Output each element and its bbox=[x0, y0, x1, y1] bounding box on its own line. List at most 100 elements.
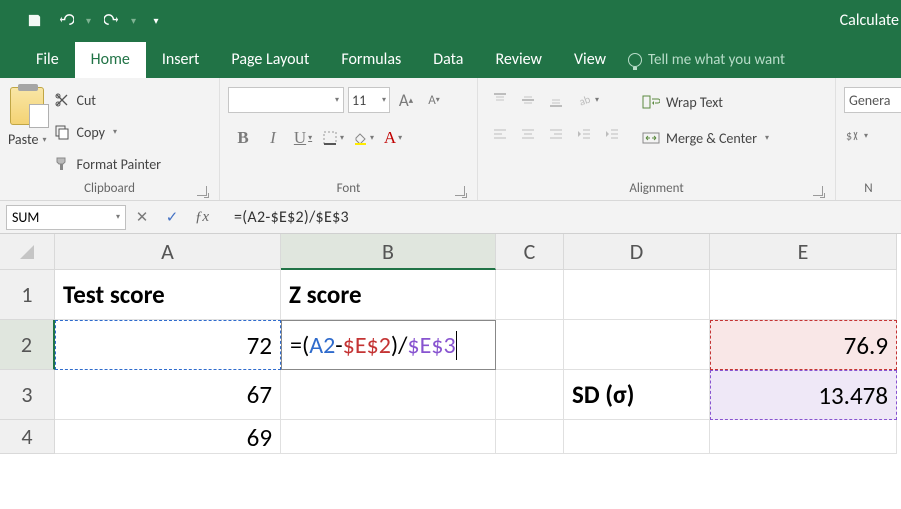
accounting-format-button[interactable]: $▾ bbox=[844, 123, 868, 149]
font-size-select[interactable]: 11▾ bbox=[348, 87, 390, 113]
decrease-indent-button[interactable] bbox=[570, 121, 598, 147]
orientation-button[interactable]: ab▾ bbox=[570, 87, 606, 113]
formula-paren: )/ bbox=[391, 331, 408, 360]
clipboard-icon bbox=[10, 87, 44, 125]
paste-label: Paste bbox=[8, 131, 38, 148]
name-box[interactable]: SUM ▾ bbox=[6, 205, 126, 230]
cell-C4[interactable] bbox=[496, 420, 564, 454]
cell-C1[interactable] bbox=[496, 270, 564, 320]
tab-file[interactable]: File bbox=[20, 42, 75, 78]
increase-indent-button[interactable] bbox=[598, 121, 626, 147]
col-D[interactable]: D bbox=[564, 234, 710, 270]
cell-D1[interactable] bbox=[564, 270, 710, 320]
cancel-formula-button[interactable]: ✕ bbox=[128, 205, 156, 230]
group-number: Genera $▾ N bbox=[836, 78, 901, 200]
cell-B3[interactable] bbox=[281, 370, 496, 420]
row-1[interactable]: 1 bbox=[0, 270, 55, 320]
font-launcher[interactable] bbox=[455, 186, 465, 196]
cell-C2[interactable] bbox=[496, 320, 564, 370]
align-center-button[interactable] bbox=[514, 121, 542, 147]
fill-color-button[interactable]: ▾ bbox=[348, 123, 378, 153]
redo-button[interactable] bbox=[97, 6, 125, 34]
cell-B4[interactable] bbox=[281, 420, 496, 454]
select-all-corner[interactable] bbox=[0, 234, 55, 270]
number-format-select[interactable]: Genera bbox=[844, 87, 901, 113]
cell-E2[interactable]: 76.9 bbox=[710, 320, 897, 370]
align-left-icon bbox=[492, 126, 508, 142]
tell-me-label: Tell me what you want bbox=[648, 51, 785, 69]
tell-me-search[interactable]: Tell me what you want bbox=[628, 43, 785, 78]
align-center-icon bbox=[520, 126, 536, 142]
merge-center-label: Merge & Center bbox=[666, 130, 757, 147]
merge-center-button[interactable]: Merge & Center▾ bbox=[642, 125, 769, 151]
paste-button[interactable]: Paste▾ bbox=[8, 81, 46, 148]
align-bottom-button[interactable] bbox=[542, 87, 570, 113]
border-icon bbox=[322, 130, 338, 146]
row-2[interactable]: 2 bbox=[0, 320, 55, 370]
spreadsheet-grid: A B C D E 1 Test score Z score 2 72 =( A… bbox=[0, 234, 901, 454]
italic-button[interactable]: I bbox=[258, 123, 288, 153]
undo-icon bbox=[59, 13, 74, 28]
wrap-text-button[interactable]: Wrap Text bbox=[642, 89, 769, 115]
tab-home[interactable]: Home bbox=[75, 42, 146, 78]
tab-insert[interactable]: Insert bbox=[146, 42, 216, 78]
cell-E4[interactable] bbox=[710, 420, 897, 454]
increase-font-button[interactable]: A▴ bbox=[394, 87, 418, 113]
align-right-icon bbox=[548, 126, 564, 142]
cell-A2[interactable]: 72 bbox=[55, 320, 281, 370]
cell-D3[interactable]: SD (σ) bbox=[564, 370, 710, 420]
svg-text:$: $ bbox=[846, 130, 852, 144]
align-top-button[interactable] bbox=[486, 87, 514, 113]
underline-button[interactable]: U▾ bbox=[288, 123, 318, 153]
clipboard-launcher[interactable] bbox=[197, 186, 207, 196]
cut-button[interactable]: Cut bbox=[54, 86, 161, 114]
outdent-icon bbox=[576, 126, 592, 142]
tab-data[interactable]: Data bbox=[417, 42, 479, 78]
cell-E3[interactable]: 13.478 bbox=[710, 370, 897, 420]
cell-D2[interactable] bbox=[564, 320, 710, 370]
col-C[interactable]: C bbox=[496, 234, 564, 270]
decrease-font-button[interactable]: A▾ bbox=[422, 87, 446, 113]
tab-formulas[interactable]: Formulas bbox=[325, 42, 417, 78]
merge-icon bbox=[642, 130, 660, 146]
group-font-label: Font bbox=[337, 181, 361, 196]
cell-A4[interactable]: 69 bbox=[55, 420, 281, 454]
font-name-select[interactable]: ▾ bbox=[228, 87, 344, 113]
enter-formula-button[interactable]: ✓ bbox=[158, 205, 186, 230]
orientation-icon: ab bbox=[577, 92, 593, 108]
fx-button[interactable]: ƒx bbox=[188, 205, 216, 230]
redo-icon bbox=[104, 13, 119, 28]
tab-page-layout[interactable]: Page Layout bbox=[215, 42, 325, 78]
row-4[interactable]: 4 bbox=[0, 420, 55, 454]
cell-A1[interactable]: Test score bbox=[55, 270, 281, 320]
border-button[interactable]: ▾ bbox=[318, 123, 348, 153]
format-painter-button[interactable]: Format Painter bbox=[54, 150, 161, 178]
row-3[interactable]: 3 bbox=[0, 370, 55, 420]
name-box-value: SUM bbox=[12, 209, 39, 226]
font-color-button[interactable]: A▾ bbox=[378, 123, 408, 153]
alignment-launcher[interactable] bbox=[813, 186, 823, 196]
bold-button[interactable]: B bbox=[228, 123, 258, 153]
qat-customize-button[interactable]: ▾ bbox=[142, 6, 170, 34]
tab-review[interactable]: Review bbox=[479, 42, 558, 78]
save-button[interactable] bbox=[20, 6, 48, 34]
cell-B2-editing[interactable]: =( A2 - $E$2 )/ $E$3 bbox=[281, 320, 496, 370]
copy-button[interactable]: Copy▾ bbox=[54, 118, 161, 146]
cell-A3[interactable]: 67 bbox=[55, 370, 281, 420]
undo-button[interactable] bbox=[52, 6, 80, 34]
bucket-icon bbox=[352, 130, 368, 146]
align-right-button[interactable] bbox=[542, 121, 570, 147]
tab-view[interactable]: View bbox=[558, 42, 622, 78]
col-A[interactable]: A bbox=[55, 234, 281, 270]
cell-D4[interactable] bbox=[564, 420, 710, 454]
align-middle-button[interactable] bbox=[514, 87, 542, 113]
save-icon bbox=[27, 13, 42, 28]
formula-input[interactable]: =(A2-$E$2)/$E$3 bbox=[216, 208, 901, 227]
align-top-icon bbox=[492, 92, 508, 108]
align-left-button[interactable] bbox=[486, 121, 514, 147]
cell-E1[interactable] bbox=[710, 270, 897, 320]
cell-B1[interactable]: Z score bbox=[281, 270, 496, 320]
col-E[interactable]: E bbox=[710, 234, 897, 270]
cell-C3[interactable] bbox=[496, 370, 564, 420]
col-B[interactable]: B bbox=[281, 234, 496, 270]
